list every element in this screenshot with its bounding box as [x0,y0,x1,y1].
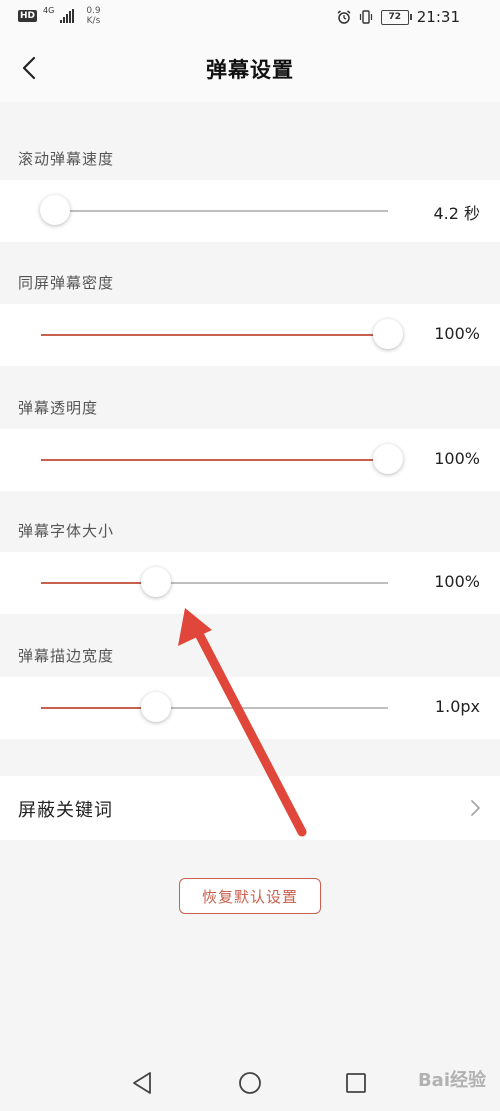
slider-row-stroke-width: 1.0px [0,677,500,739]
slider-row-opacity: 100% [0,429,500,491]
section-label-stroke-width: 弹幕描边宽度 [18,647,115,665]
slider-row-font-size: 100% [0,552,500,614]
slider-fill [41,459,388,461]
slider-value: 100% [434,572,480,591]
blocked-keywords-label: 屏蔽关键词 [18,800,113,821]
slider-value: 100% [434,324,480,343]
slider-track[interactable] [41,444,403,474]
slider-thumb[interactable] [373,319,403,349]
slider-row-scroll-speed: 4.2 秒 [0,180,500,242]
section-label-opacity: 弹幕透明度 [18,399,99,417]
blocked-keywords-row[interactable]: 屏蔽关键词 [0,776,500,840]
vibrate-icon [359,10,372,24]
watermark: Bai经验 [417,1070,486,1091]
header: 弹幕设置 [0,34,500,102]
slider-track[interactable] [41,692,388,722]
network-type: 4G [43,5,55,15]
slider-thumb[interactable] [39,195,70,225]
reset-defaults-button[interactable]: 恢复默认设置 [179,878,321,914]
slider-thumb[interactable] [140,567,171,597]
section-label-scroll-speed: 滚动弹幕速度 [18,150,115,168]
chevron-right-icon [471,800,480,816]
slider-track[interactable] [41,567,388,597]
slider-fill [41,582,156,584]
slider-thumb[interactable] [373,444,403,474]
slider-value: 100% [434,449,480,468]
battery-icon: 72 [380,9,412,25]
nav-home-icon[interactable] [237,1070,263,1096]
hd-badge: HD [18,10,38,22]
alarm-icon [337,10,351,24]
section-label-font-size: 弹幕字体大小 [18,522,115,540]
page-title: 弹幕设置 [206,58,294,82]
nav-recents-icon[interactable] [343,1070,369,1096]
section-label-density: 同屏弹幕密度 [18,274,115,292]
slider-track[interactable] [39,195,388,225]
status-left: HD 4G 0.9 K/s [18,6,101,26]
slider-thumb[interactable] [140,692,171,722]
status-bar: HD 4G 0.9 K/s 72 21:31 [0,0,500,34]
network-speed-unit: K/s [86,16,101,26]
signal-icon [60,9,75,23]
slider-row-density: 100% [0,304,500,366]
slider-fill [41,707,156,709]
network-speed: 0.9 K/s [86,6,100,26]
slider-fill [41,334,388,336]
slider-value: 1.0px [434,697,480,716]
status-time: 21:31 [416,8,460,26]
slider-value: 4.2 秒 [433,204,480,223]
status-right: 72 21:31 [337,8,460,26]
network-speed-value: 0.9 [86,6,101,16]
slider-track[interactable] [41,319,403,349]
nav-back-icon[interactable] [130,1070,156,1096]
